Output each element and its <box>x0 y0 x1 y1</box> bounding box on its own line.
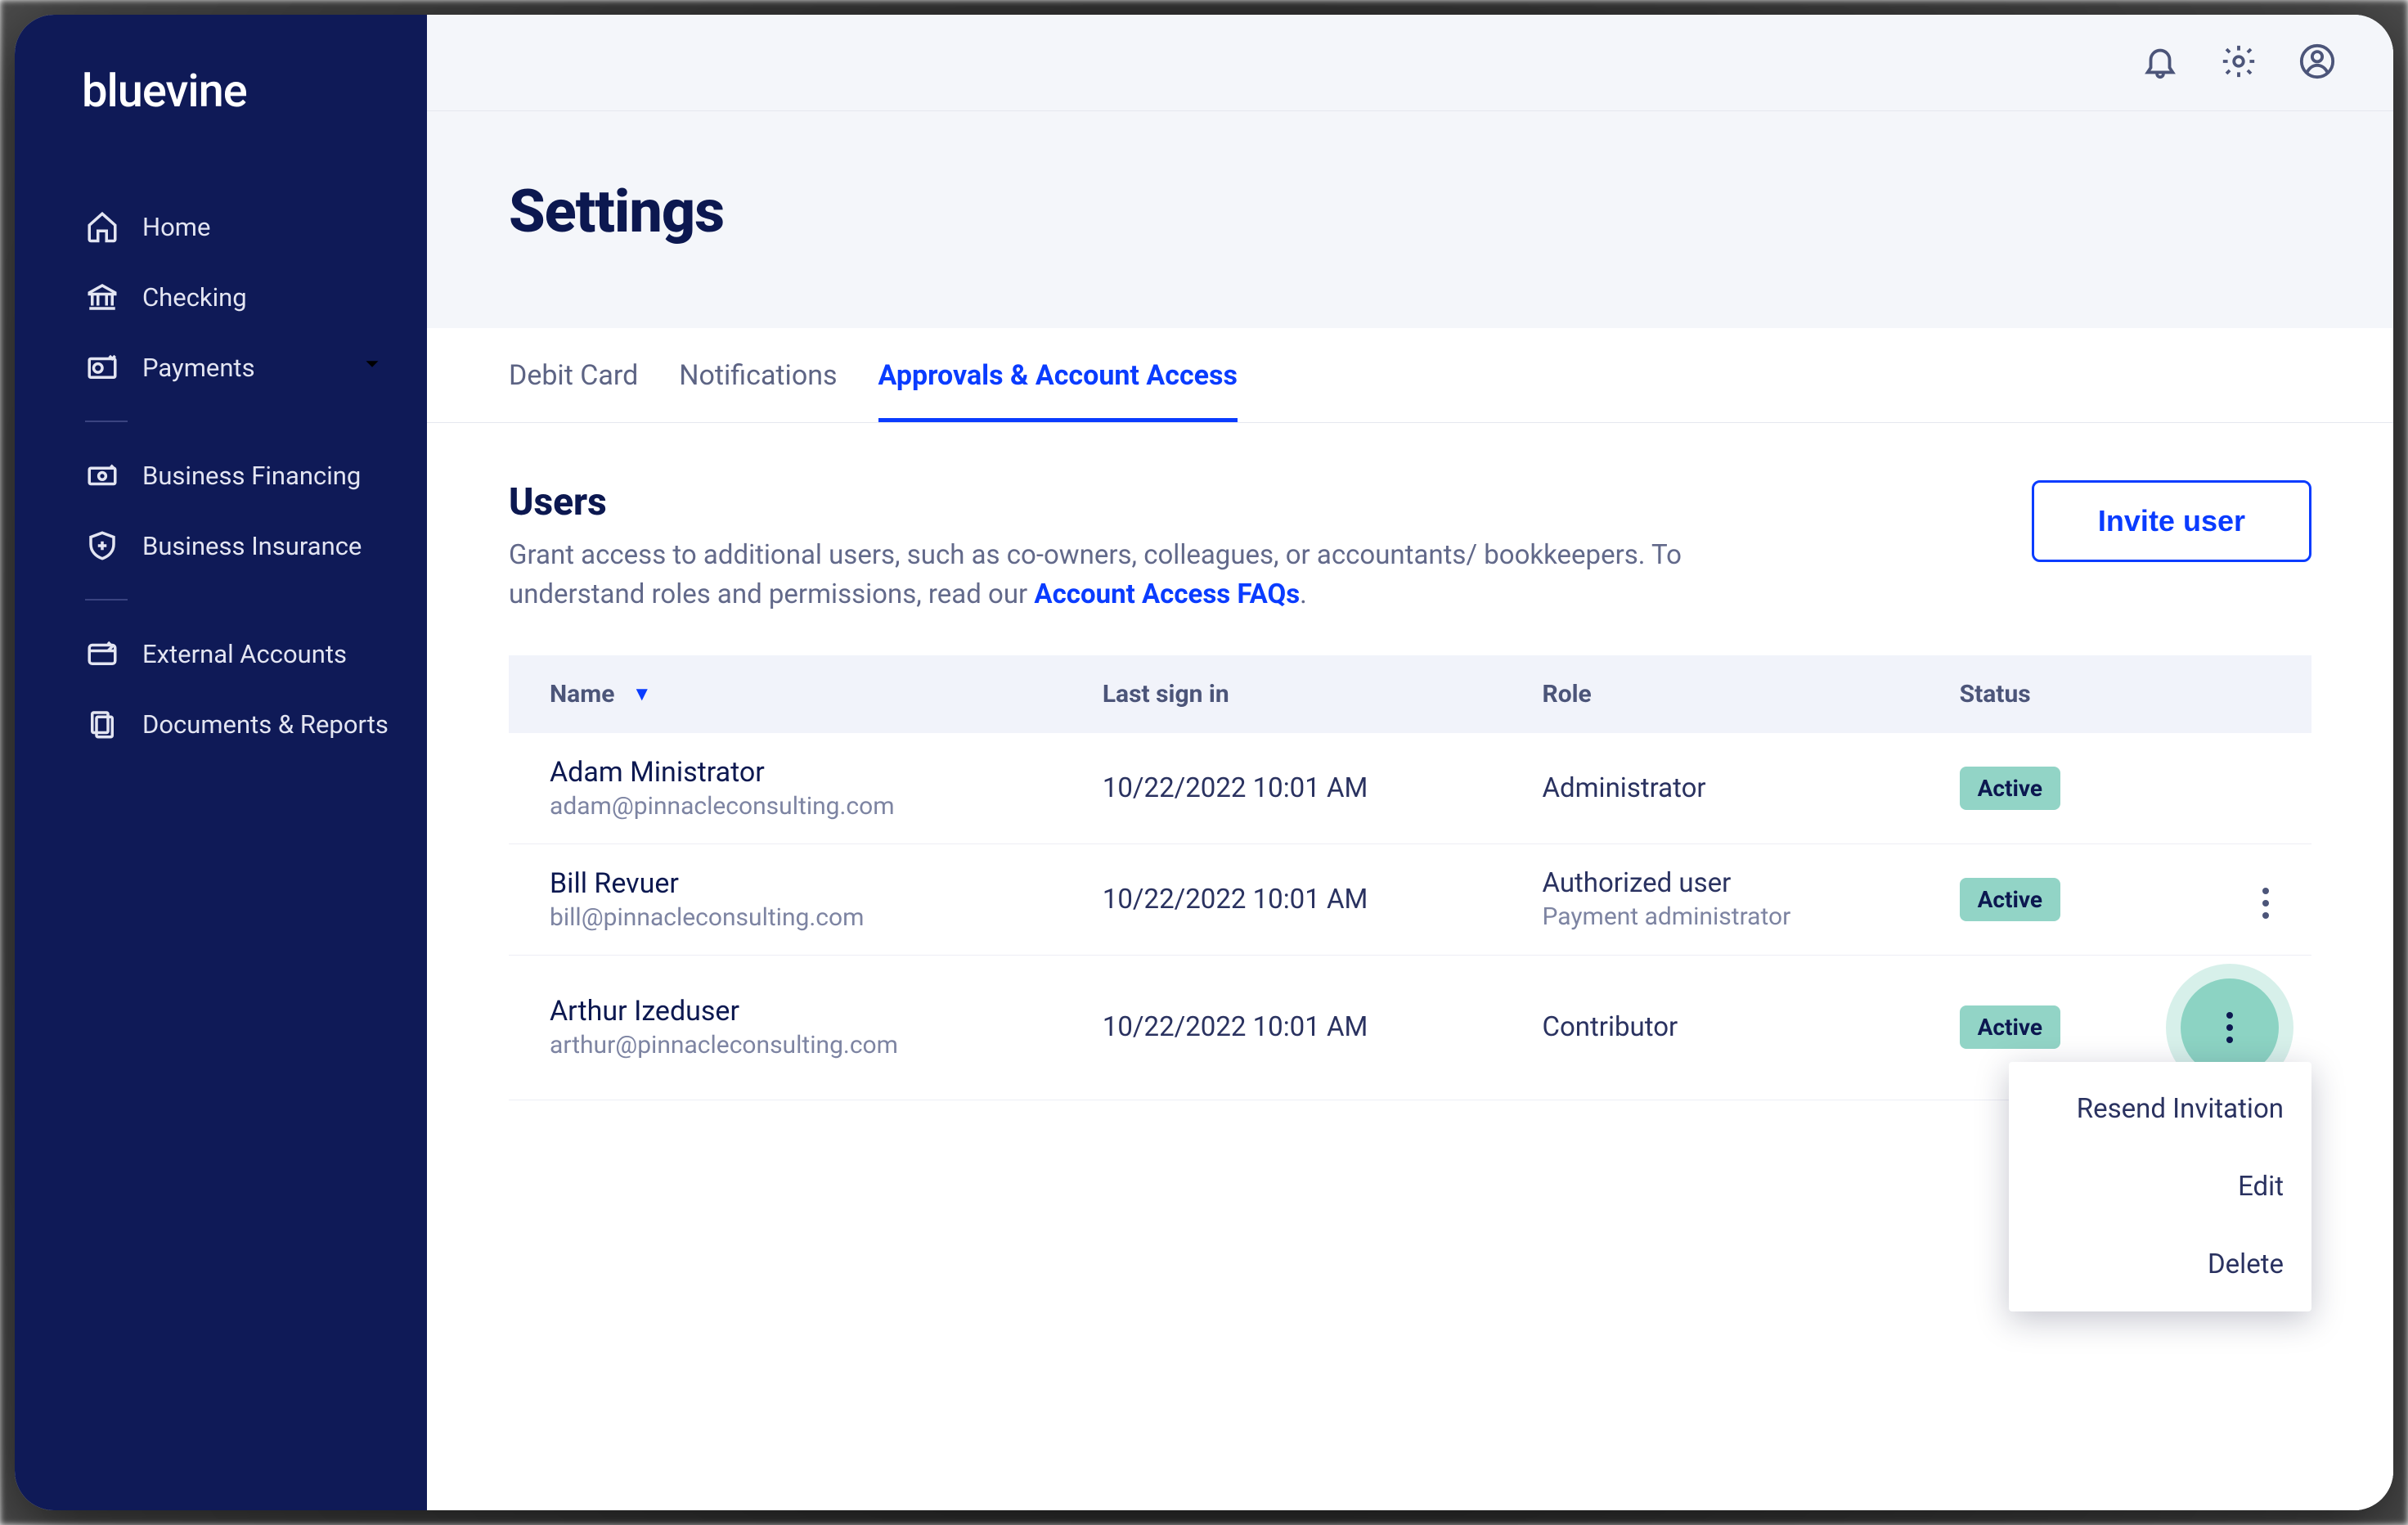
content-card: Debit Card Notifications Approvals & Acc… <box>427 328 2393 1510</box>
status-badge: Active <box>1960 767 2060 810</box>
table-row: Arthur Izeduser arthur@pinnacleconsultin… <box>509 955 2311 1100</box>
sidebar-item-label: Checking <box>142 282 247 313</box>
bank-icon <box>85 280 119 314</box>
users-table-wrap: Name ▼ Last sign in Role Status <box>509 655 2311 1100</box>
users-section-head: Users Grant access to additional users, … <box>509 480 2311 614</box>
sidebar-item-label: Payments <box>142 353 255 383</box>
sidebar: bluevine Home Checking Payments <box>15 15 427 1510</box>
user-last-sign-in: 10/22/2022 10:01 AM <box>1070 955 1510 1100</box>
user-role: Contributor <box>1542 1011 1894 1043</box>
col-name-label: Name <box>550 680 614 709</box>
sidebar-item-label: External Accounts <box>142 639 347 669</box>
home-icon <box>85 209 119 244</box>
col-name[interactable]: Name ▼ <box>509 655 1070 733</box>
user-icon[interactable] <box>2298 43 2336 83</box>
user-name: Adam Ministrator <box>550 756 1037 789</box>
col-last-sign-in[interactable]: Last sign in <box>1070 655 1510 733</box>
sort-indicator-icon: ▼ <box>632 682 652 706</box>
dropdown-item-edit[interactable]: Edit <box>2009 1148 2311 1226</box>
status-badge: Active <box>1960 1005 2060 1049</box>
dropdown-item-delete[interactable]: Delete <box>2009 1226 2311 1303</box>
users-section-desc: Grant access to additional users, such a… <box>509 536 1703 614</box>
user-last-sign-in: 10/22/2022 10:01 AM <box>1070 733 1510 844</box>
tab-approvals-account-access[interactable]: Approvals & Account Access <box>878 359 1238 422</box>
sidebar-item-documents-reports[interactable]: Documents & Reports <box>15 689 427 759</box>
table-row: Adam Ministrator adam@pinnacleconsulting… <box>509 733 2311 844</box>
documents-icon <box>85 707 119 741</box>
sidebar-item-label: Business Financing <box>142 461 361 491</box>
users-section: Users Grant access to additional users, … <box>427 423 2393 1100</box>
user-name: Bill Revuer <box>550 867 1037 900</box>
status-badge: Active <box>1960 878 2060 921</box>
col-status[interactable]: Status <box>1927 655 2148 733</box>
payments-icon <box>85 350 119 385</box>
tab-debit-card[interactable]: Debit Card <box>509 359 638 422</box>
page-title: Settings <box>509 177 2311 246</box>
nav-list: Home Checking Payments <box>15 191 427 759</box>
app-window: bluevine Home Checking Payments <box>15 15 2393 1510</box>
user-role: Authorized user <box>1542 867 1894 899</box>
nav-divider <box>85 421 128 422</box>
user-email: bill@pinnacleconsulting.com <box>550 903 1037 932</box>
chevron-down-icon <box>360 352 384 383</box>
user-role: Administrator <box>1542 772 1894 804</box>
gear-icon[interactable] <box>2220 43 2258 83</box>
user-email: arthur@pinnacleconsulting.com <box>550 1031 1037 1059</box>
sidebar-item-payments[interactable]: Payments <box>15 332 427 403</box>
users-section-title: Users <box>509 480 1703 524</box>
brand-logo: bluevine <box>15 64 427 191</box>
page-header: Settings <box>427 111 2393 328</box>
tab-notifications[interactable]: Notifications <box>679 359 837 422</box>
sidebar-item-label: Home <box>142 212 210 242</box>
table-row: Bill Revuer bill@pinnacleconsulting.com … <box>509 843 2311 955</box>
col-actions <box>2148 655 2311 733</box>
desc-after: . <box>1300 578 1307 610</box>
sidebar-item-checking[interactable]: Checking <box>15 262 427 332</box>
financing-icon <box>85 458 119 493</box>
users-table: Name ▼ Last sign in Role Status <box>509 655 2311 1100</box>
user-role-sub: Payment administrator <box>1542 902 1894 931</box>
tabs: Debit Card Notifications Approvals & Acc… <box>427 328 2393 423</box>
row-actions-dropdown: Resend Invitation Edit Delete <box>2009 1062 2311 1311</box>
main-area: Settings Debit Card Notifications Approv… <box>427 15 2393 1510</box>
dropdown-item-resend-invitation[interactable]: Resend Invitation <box>2009 1070 2311 1148</box>
bell-icon[interactable] <box>2141 43 2179 83</box>
external-accounts-icon <box>85 637 119 671</box>
user-last-sign-in: 10/22/2022 10:01 AM <box>1070 843 1510 955</box>
account-access-faqs-link[interactable]: Account Access FAQs <box>1034 578 1300 610</box>
sidebar-item-business-insurance[interactable]: Business Insurance <box>15 511 427 581</box>
sidebar-item-home[interactable]: Home <box>15 191 427 262</box>
more-icon <box>2217 1002 2243 1053</box>
nav-divider <box>85 599 128 601</box>
invite-user-button[interactable]: Invite user <box>2032 480 2311 562</box>
sidebar-item-label: Documents & Reports <box>142 709 389 740</box>
user-email: adam@pinnacleconsulting.com <box>550 792 1037 821</box>
sidebar-item-label: Business Insurance <box>142 531 362 561</box>
shield-icon <box>85 529 119 563</box>
topbar <box>427 15 2393 111</box>
sidebar-item-business-financing[interactable]: Business Financing <box>15 440 427 511</box>
sidebar-item-external-accounts[interactable]: External Accounts <box>15 619 427 689</box>
user-name: Arthur Izeduser <box>550 995 1037 1028</box>
col-role[interactable]: Role <box>1509 655 1926 733</box>
row-actions-button[interactable] <box>2253 878 2279 929</box>
